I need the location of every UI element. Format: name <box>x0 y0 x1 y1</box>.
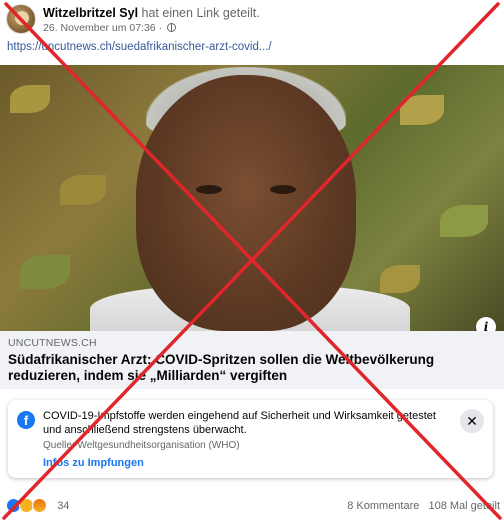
avatar[interactable] <box>6 4 36 34</box>
post-link[interactable]: https://uncutnews.ch/suedafrikanischer-a… <box>7 41 272 53</box>
article-domain: UNCUTNEWS.CH <box>8 337 97 349</box>
post-header: Witzelbritzel Syl hat einen Link geteilt… <box>0 0 504 40</box>
reaction-count: 34 <box>57 499 70 512</box>
reactions-summary[interactable]: 34 <box>6 498 69 516</box>
vaccine-info-link[interactable]: Infos zu Impfungen <box>43 457 144 469</box>
shares-count[interactable]: 108 Mal geteilt <box>428 500 500 512</box>
link-preview[interactable]: UNCUTNEWS.CH Südafrikanischer Arzt: COVI… <box>0 331 504 389</box>
close-button[interactable]: ✕ <box>460 409 484 433</box>
article-image[interactable]: i <box>0 65 504 331</box>
info-source: Quelle: Weltgesundheitsorganisation (WHO… <box>43 440 240 451</box>
post-action-text: hat einen Link geteilt. <box>141 6 260 20</box>
globe-icon <box>167 23 176 32</box>
post-meta: 26. November um 07:36 · <box>43 22 176 34</box>
article-title[interactable]: Südafrikanischer Arzt: COVID-Spritzen so… <box>8 352 498 384</box>
post-stats: 8 Kommentare 108 Mal geteilt <box>341 500 500 512</box>
comments-count[interactable]: 8 Kommentare <box>347 500 419 512</box>
author-name[interactable]: Witzelbritzel Syl <box>43 6 138 20</box>
angry-reaction-icon <box>32 498 48 513</box>
portrait <box>136 75 356 331</box>
covid-info-box: f COVID-19-Impfstoffe werden eingehend a… <box>8 400 493 478</box>
facebook-icon: f <box>17 411 35 429</box>
info-icon[interactable]: i <box>476 317 496 331</box>
info-text: COVID-19-Impfstoffe werden eingehend auf… <box>43 410 436 436</box>
post-headline: Witzelbritzel Syl hat einen Link geteilt… <box>43 6 260 20</box>
post-timestamp[interactable]: 26. November um 07:36 <box>43 22 156 34</box>
